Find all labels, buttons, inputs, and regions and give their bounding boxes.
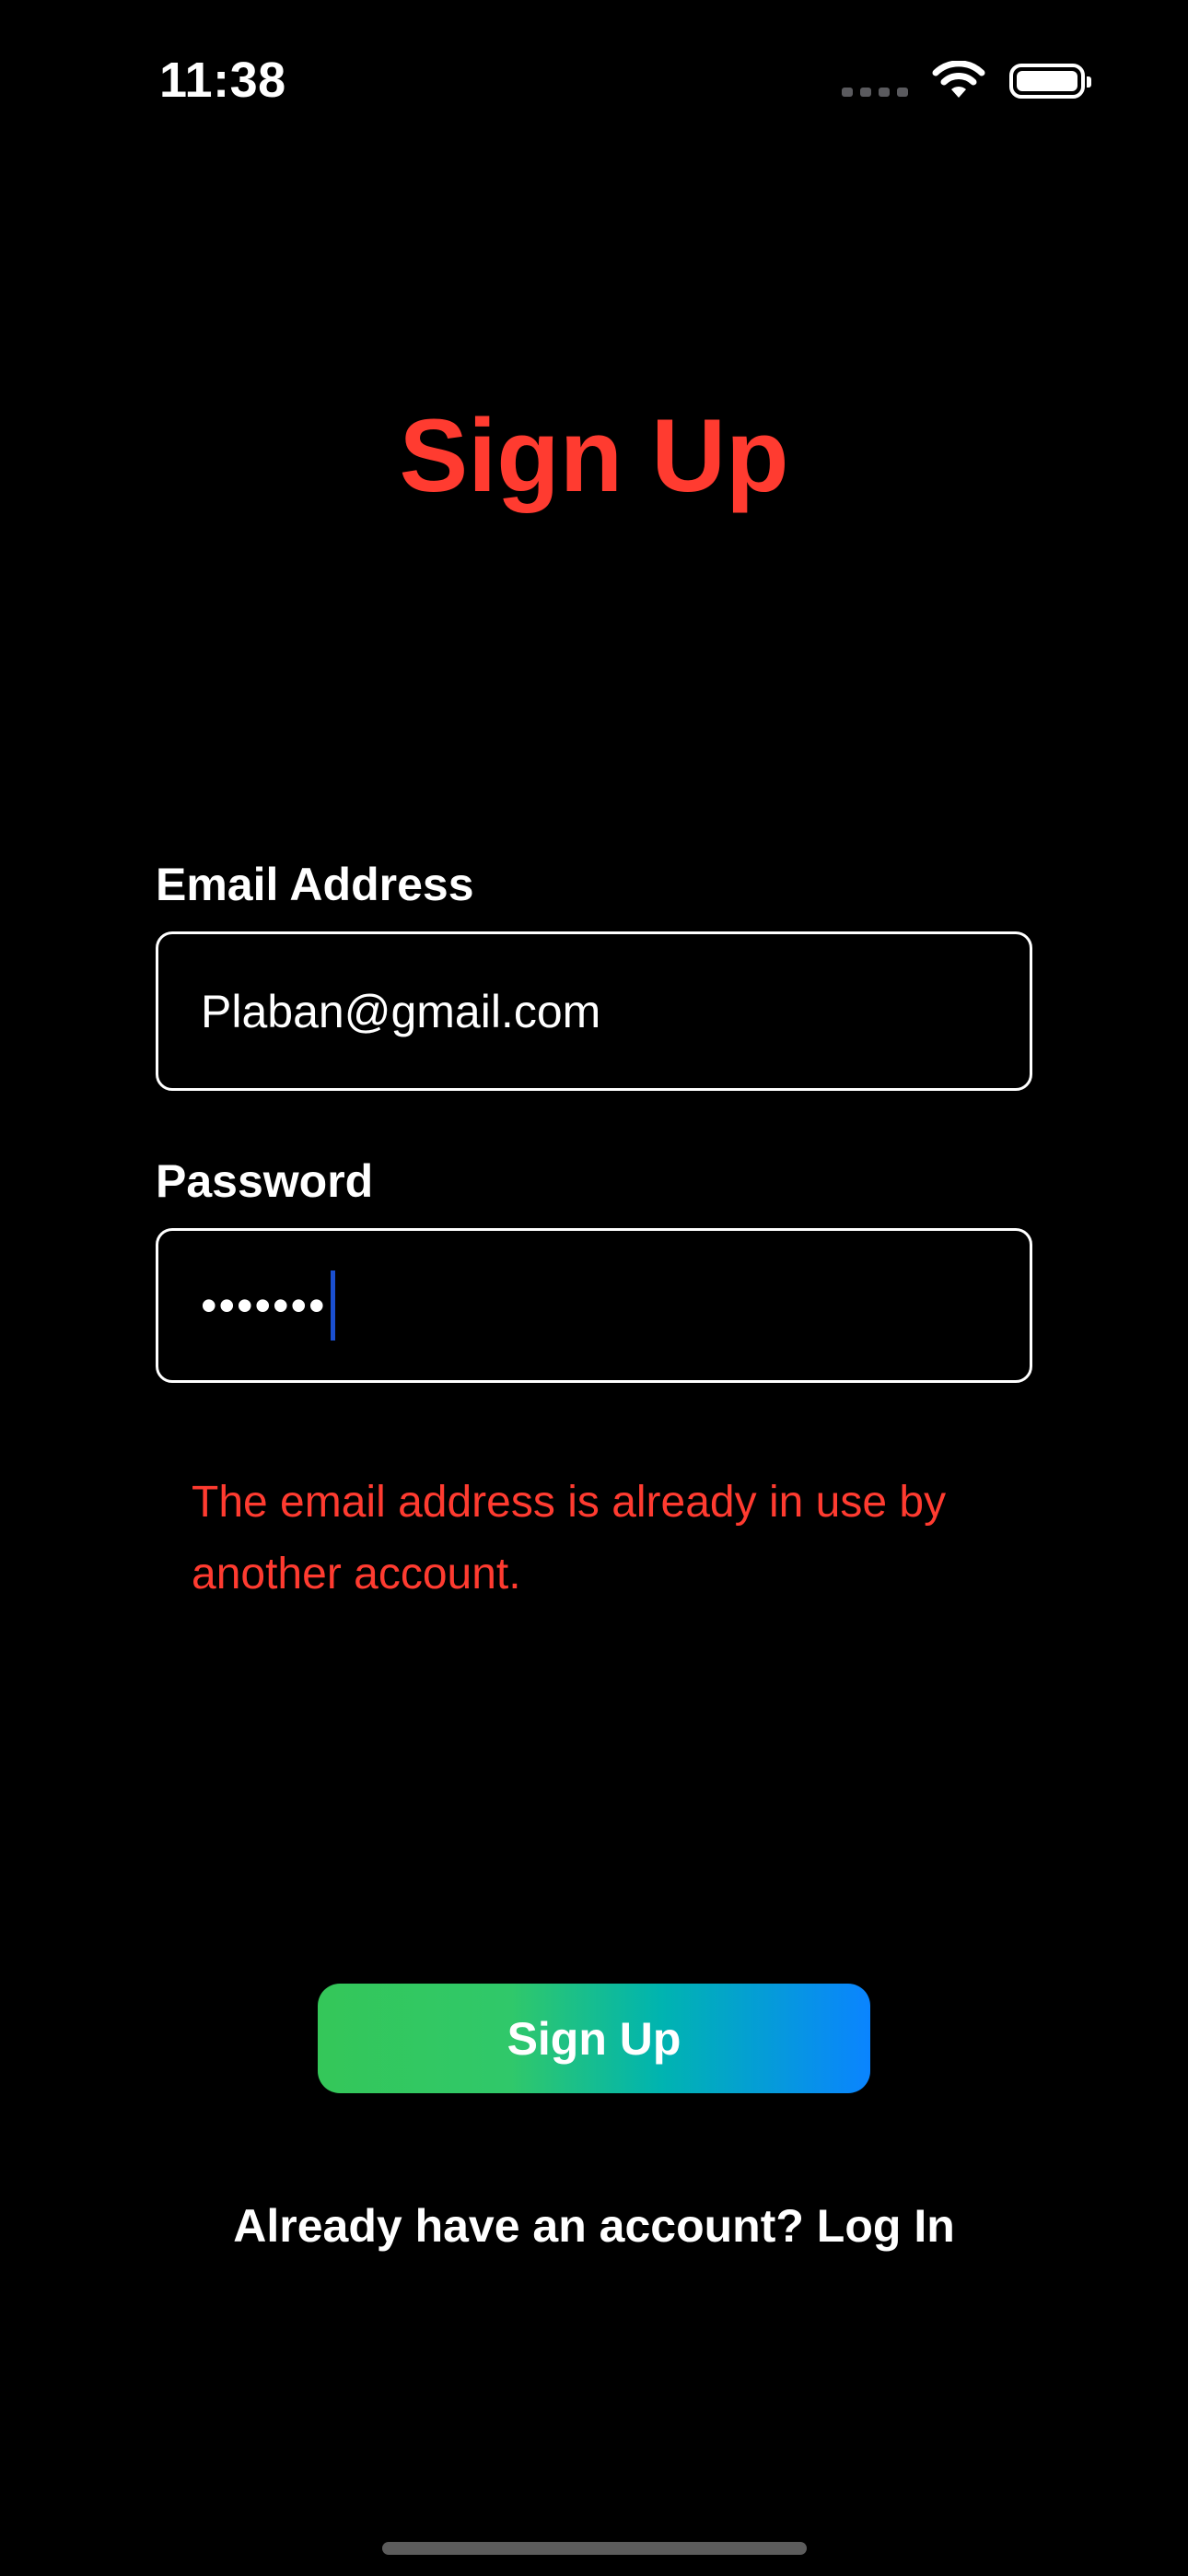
- status-icons: [842, 53, 1091, 109]
- email-field[interactable]: Plaban@gmail.com: [156, 931, 1032, 1091]
- password-field[interactable]: •••••••: [156, 1228, 1032, 1383]
- login-link[interactable]: Already have an account? Log In: [0, 2196, 1188, 2255]
- password-value: •••••••: [201, 1280, 327, 1331]
- sign-up-button[interactable]: Sign Up: [318, 1984, 870, 2093]
- wifi-icon: [932, 61, 985, 98]
- email-value: Plaban@gmail.com: [201, 985, 601, 1037]
- email-label: Email Address: [156, 859, 474, 910]
- battery-icon: [1009, 64, 1091, 99]
- password-label: Password: [156, 1155, 374, 1207]
- cellular-signal-icon: [842, 88, 908, 97]
- home-indicator[interactable]: [382, 2542, 807, 2555]
- text-cursor: [330, 1270, 335, 1341]
- page-title: Sign Up: [399, 398, 789, 513]
- error-message: The email address is already in use by a…: [192, 1478, 947, 1598]
- status-time: 11:38: [159, 53, 286, 108]
